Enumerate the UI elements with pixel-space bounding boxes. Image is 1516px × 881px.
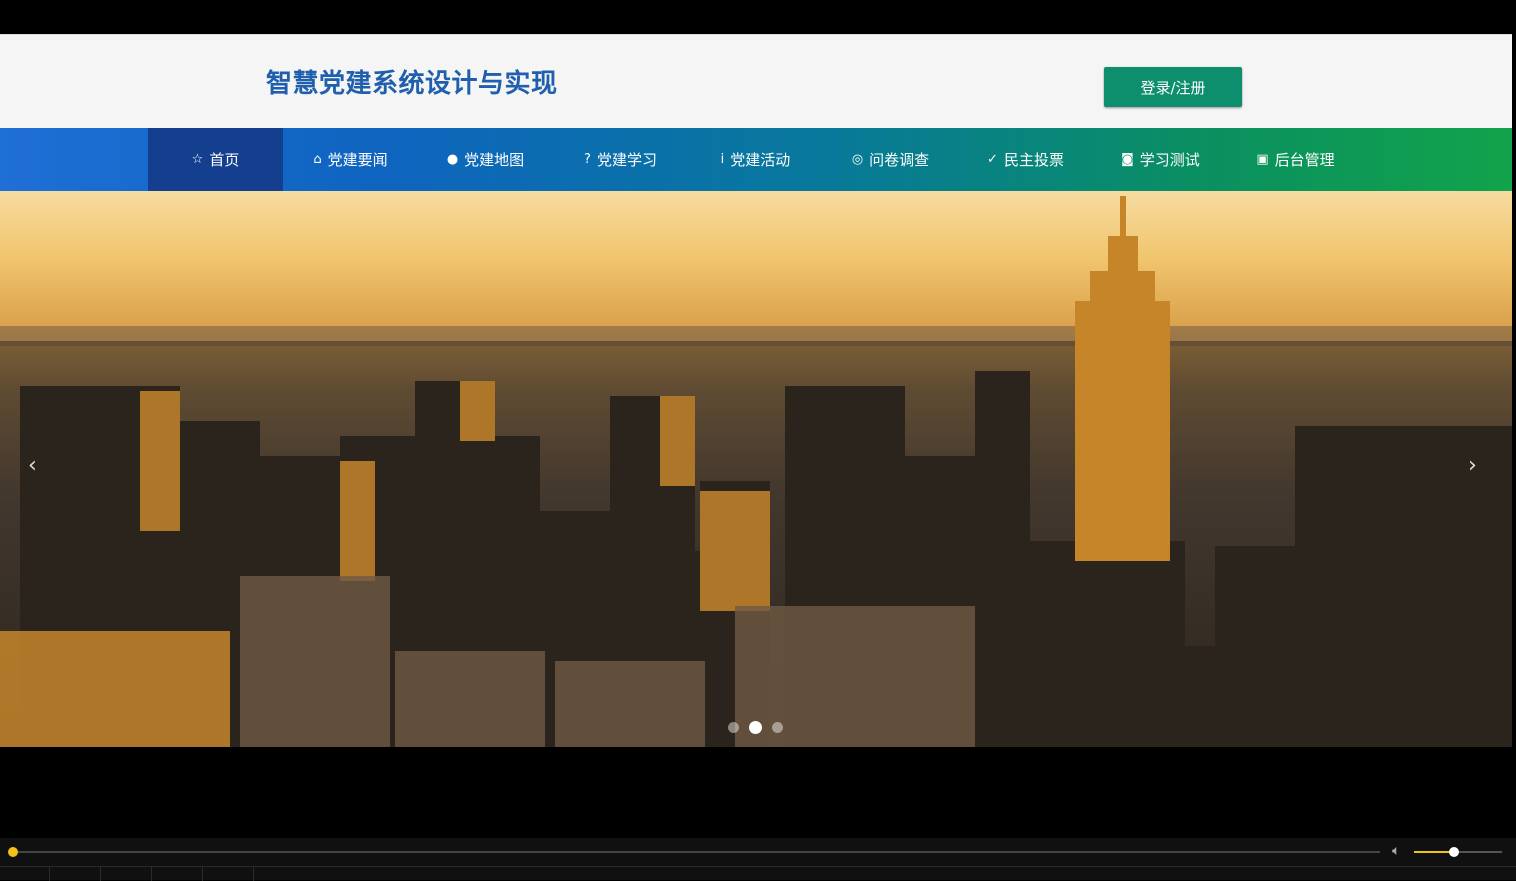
video-player-controls: 🔈︎ bbox=[0, 838, 1516, 881]
nav-item-news[interactable]: ⌂ 党建要闻 bbox=[283, 128, 418, 191]
bag-icon: ⌂ bbox=[313, 152, 322, 167]
gift-icon: ▣ bbox=[1256, 152, 1269, 167]
main-navbar: ☆ 首页 ⌂ 党建要闻 ● 党建地图 ? 党建学习 i 党建活动 ◎ 问卷调查 … bbox=[0, 128, 1512, 191]
nav-item-study[interactable]: ? 党建学习 bbox=[553, 128, 688, 191]
login-register-button[interactable]: 登录/注册 bbox=[1104, 67, 1242, 107]
progress-track[interactable] bbox=[12, 851, 1380, 853]
check-circle-icon: ✓ bbox=[987, 152, 998, 167]
player-segment bbox=[152, 867, 203, 881]
nav-item-label: 首页 bbox=[209, 151, 240, 169]
camera-icon: ◙ bbox=[1121, 152, 1134, 167]
star-icon: ☆ bbox=[191, 152, 204, 167]
nav-item-vote[interactable]: ✓ 民主投票 bbox=[958, 128, 1093, 191]
nav-item-admin[interactable]: ▣ 后台管理 bbox=[1228, 128, 1363, 191]
player-segment bbox=[101, 867, 152, 881]
nav-item-label: 党建要闻 bbox=[327, 151, 388, 169]
player-segment bbox=[203, 867, 254, 881]
carousel-next-button[interactable]: › bbox=[1468, 453, 1477, 478]
carousel-dot-active[interactable] bbox=[749, 721, 762, 734]
banner-carousel: ‹ › bbox=[0, 191, 1512, 747]
nav-item-home[interactable]: ☆ 首页 bbox=[148, 128, 283, 191]
nav-item-survey[interactable]: ◎ 问卷调查 bbox=[823, 128, 958, 191]
question-circle-icon: ? bbox=[584, 152, 591, 167]
progress-knob[interactable] bbox=[8, 847, 18, 857]
nav-item-map[interactable]: ● 党建地图 bbox=[418, 128, 553, 191]
info-icon: i bbox=[720, 152, 725, 167]
nav-item-label: 党建学习 bbox=[596, 151, 657, 169]
web-page: 智慧党建系统设计与实现 登录/注册 ☆ 首页 ⌂ 党建要闻 ● 党建地图 ? 党… bbox=[0, 34, 1512, 747]
player-bottom-bar bbox=[0, 866, 1516, 881]
volume-knob[interactable] bbox=[1448, 847, 1459, 857]
site-header: 智慧党建系统设计与实现 登录/注册 bbox=[0, 34, 1512, 128]
nav-item-label: 党建活动 bbox=[730, 151, 791, 169]
volume-icon[interactable]: 🔈︎ bbox=[1392, 843, 1400, 859]
nav-item-label: 问卷调查 bbox=[869, 151, 930, 169]
nav-item-label: 党建地图 bbox=[464, 151, 525, 169]
volume-fill bbox=[1414, 851, 1454, 853]
nav-item-quiz[interactable]: ◙ 学习测试 bbox=[1093, 128, 1228, 191]
info-circle-icon: ● bbox=[446, 152, 459, 167]
nav-item-label: 后台管理 bbox=[1274, 151, 1335, 169]
dollar-circle-icon: ◎ bbox=[851, 152, 864, 167]
nav-item-label: 民主投票 bbox=[1003, 151, 1064, 169]
carousel-dot[interactable] bbox=[772, 722, 783, 733]
carousel-dot[interactable] bbox=[728, 722, 739, 733]
nav-item-label: 学习测试 bbox=[1139, 151, 1200, 169]
site-title: 智慧党建系统设计与实现 bbox=[266, 69, 558, 99]
city-skyline-image bbox=[0, 196, 1512, 747]
player-segment bbox=[0, 867, 50, 881]
player-segment bbox=[50, 867, 101, 881]
carousel-prev-button[interactable]: ‹ bbox=[28, 453, 37, 478]
nav-item-activities[interactable]: i 党建活动 bbox=[688, 128, 823, 191]
